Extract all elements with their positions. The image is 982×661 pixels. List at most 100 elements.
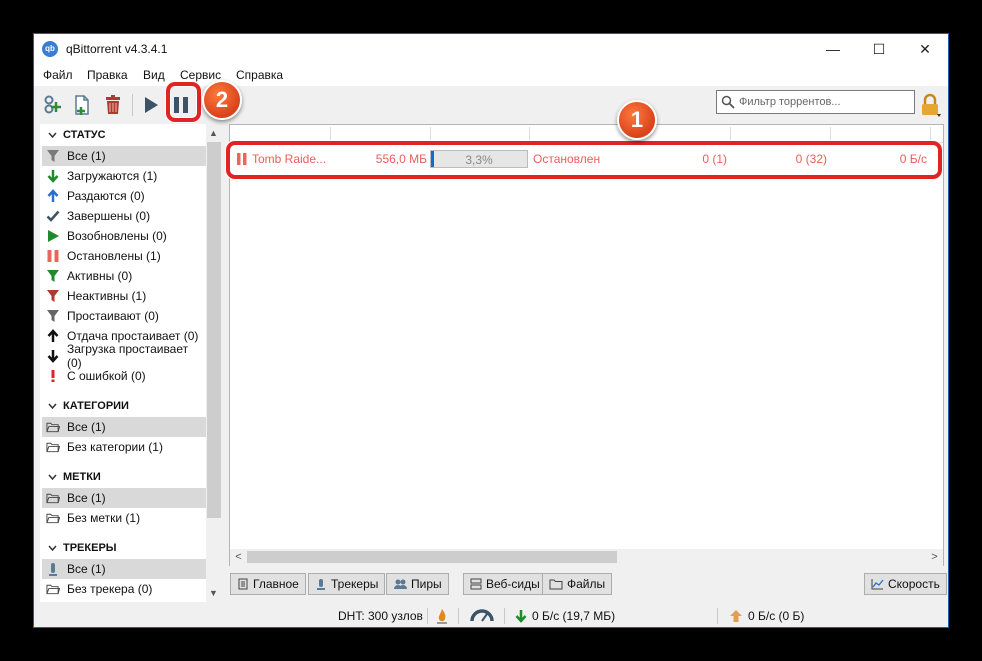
add-file-icon <box>75 95 89 115</box>
speed-limit-icon[interactable] <box>470 608 494 622</box>
category-item-uncategorized[interactable]: Без категории (1) <box>42 437 206 457</box>
arrow-up-icon <box>46 189 60 203</box>
horizontal-scrollbar[interactable]: < > <box>230 549 943 566</box>
add-link-icon <box>44 95 61 114</box>
tag-item-label: Все (1) <box>67 491 106 505</box>
status-item-label: Возобновлены (0) <box>67 229 167 243</box>
tab-label: Веб-сиды <box>486 577 540 591</box>
trash-icon <box>106 95 120 114</box>
app-window: qb qBittorrent v4.3.4.1 — ☐ ✕ Файл Правк… <box>33 33 949 628</box>
title-bar: qb qBittorrent v4.3.4.1 — ☐ ✕ <box>34 34 948 64</box>
scroll-left-icon[interactable]: < <box>230 549 247 566</box>
status-item-downloading[interactable]: Загружаются (1) <box>42 166 206 186</box>
funnel-icon <box>46 309 60 323</box>
download-speed-status: 0 Б/с (19,7 МБ) <box>515 609 615 623</box>
status-item-errored[interactable]: С ошибкой (0) <box>42 366 206 386</box>
categories-section-header[interactable]: КАТЕГОРИИ <box>48 400 129 412</box>
chart-line-icon <box>871 579 884 590</box>
properties-tab-bar: Главное Трекеры Пиры Веб-сиды Файлы Скор… <box>34 569 948 599</box>
torrent-row-highlight <box>226 141 942 179</box>
funnel-icon <box>46 269 60 283</box>
speed-tab-button[interactable]: Скорость <box>864 573 947 595</box>
menu-help[interactable]: Справка <box>236 68 283 82</box>
resume-button[interactable] <box>137 92 163 118</box>
sidebar-scroll-thumb[interactable] <box>207 142 221 518</box>
status-item-label: Отдача простаивает (0) <box>67 329 199 343</box>
exclamation-icon <box>46 369 60 383</box>
play-icon <box>46 229 60 243</box>
status-item-label: Завершены (0) <box>67 209 151 223</box>
sidebar: СТАТУС Все (1) Загружаются (1) Раздаются… <box>40 124 206 602</box>
status-item-all[interactable]: Все (1) <box>42 146 206 166</box>
menu-file[interactable]: Файл <box>43 68 73 82</box>
arrow-down-icon <box>46 349 60 363</box>
status-item-label: Остановлены (1) <box>67 249 161 263</box>
search-icon <box>721 95 735 109</box>
category-item-all[interactable]: Все (1) <box>42 417 206 437</box>
menu-tools[interactable]: Сервис <box>180 68 221 82</box>
tags-section-header[interactable]: МЕТКИ <box>48 471 101 483</box>
chevron-down-icon <box>48 132 57 138</box>
folder-icon <box>46 511 60 525</box>
tab-peers[interactable]: Пиры <box>386 573 449 595</box>
step-1-badge: 1 <box>617 100 657 140</box>
menu-edit[interactable]: Правка <box>87 68 128 82</box>
lock-icon <box>922 93 941 117</box>
tab-trackers[interactable]: Трекеры <box>308 573 386 595</box>
torrent-filter-field[interactable] <box>716 90 915 114</box>
status-item-inactive[interactable]: Неактивны (1) <box>42 286 206 306</box>
status-item-seeding[interactable]: Раздаются (0) <box>42 186 206 206</box>
toolbar-separator <box>132 94 133 116</box>
chevron-down-icon <box>48 403 57 409</box>
tag-item-all[interactable]: Все (1) <box>42 488 206 508</box>
status-item-resumed[interactable]: Возобновлены (0) <box>42 226 206 246</box>
delete-button[interactable] <box>100 92 126 118</box>
tab-general[interactable]: Главное <box>230 573 306 595</box>
status-bar: DHT: 300 узлов 0 Б/с (19,7 МБ) 0 Б/с (0 … <box>34 605 948 627</box>
trackers-section-header[interactable]: ТРЕКЕРЫ <box>48 542 117 554</box>
tab-label: Главное <box>253 577 299 591</box>
tab-files[interactable]: Файлы <box>542 573 613 595</box>
tab-label: Файлы <box>567 577 606 591</box>
peers-icon <box>394 579 407 589</box>
add-file-button[interactable] <box>69 92 95 118</box>
trackers-section-title: ТРЕКЕРЫ <box>63 542 117 554</box>
play-icon <box>145 97 158 113</box>
transfer-list: Tomb Raide... 556,0 МБ 3,3% Остановлен 0… <box>229 124 944 566</box>
status-item-label: Все (1) <box>67 149 106 163</box>
status-item-label: Загружаются (1) <box>67 169 158 183</box>
status-item-paused[interactable]: Остановлены (1) <box>42 246 206 266</box>
scroll-up-icon[interactable]: ▲ <box>209 128 218 138</box>
close-button[interactable]: ✕ <box>902 34 948 64</box>
status-item-active[interactable]: Активны (0) <box>42 266 206 286</box>
connection-status-icon[interactable] <box>436 608 448 624</box>
add-link-button[interactable] <box>39 92 65 118</box>
funnel-icon <box>46 289 60 303</box>
tab-label: Пиры <box>411 577 442 591</box>
folder-icon <box>46 491 60 505</box>
horizontal-scroll-thumb[interactable] <box>247 551 617 563</box>
status-item-stalled-downloading[interactable]: Загрузка простаивает (0) <box>42 342 206 370</box>
upload-speed-text: 0 Б/с (0 Б) <box>748 609 805 623</box>
scroll-right-icon[interactable]: > <box>926 549 943 566</box>
sidebar-scrollbar[interactable]: ▲ ▼ <box>206 124 222 602</box>
folder-icon <box>46 440 60 454</box>
minimize-button[interactable]: — <box>810 34 856 64</box>
status-item-label: Неактивны (1) <box>67 289 147 303</box>
document-icon <box>238 578 248 590</box>
status-item-label: С ошибкой (0) <box>67 369 146 383</box>
tab-web-seeds[interactable]: Веб-сиды <box>463 573 547 595</box>
menu-view[interactable]: Вид <box>143 68 165 82</box>
status-item-label: Простаивают (0) <box>67 309 159 323</box>
status-item-stalled[interactable]: Простаивают (0) <box>42 306 206 326</box>
torrent-filter-input[interactable] <box>739 94 911 110</box>
chevron-down-icon <box>48 545 57 551</box>
status-item-completed[interactable]: Завершены (0) <box>42 206 206 226</box>
status-item-label: Активны (0) <box>67 269 133 283</box>
tag-item-untagged[interactable]: Без метки (1) <box>42 508 206 528</box>
status-section-header[interactable]: СТАТУС <box>48 129 106 141</box>
arrow-down-icon <box>515 610 527 623</box>
lock-button[interactable] <box>918 92 942 118</box>
maximize-button[interactable]: ☐ <box>856 34 902 64</box>
tags-section-title: МЕТКИ <box>63 471 101 483</box>
